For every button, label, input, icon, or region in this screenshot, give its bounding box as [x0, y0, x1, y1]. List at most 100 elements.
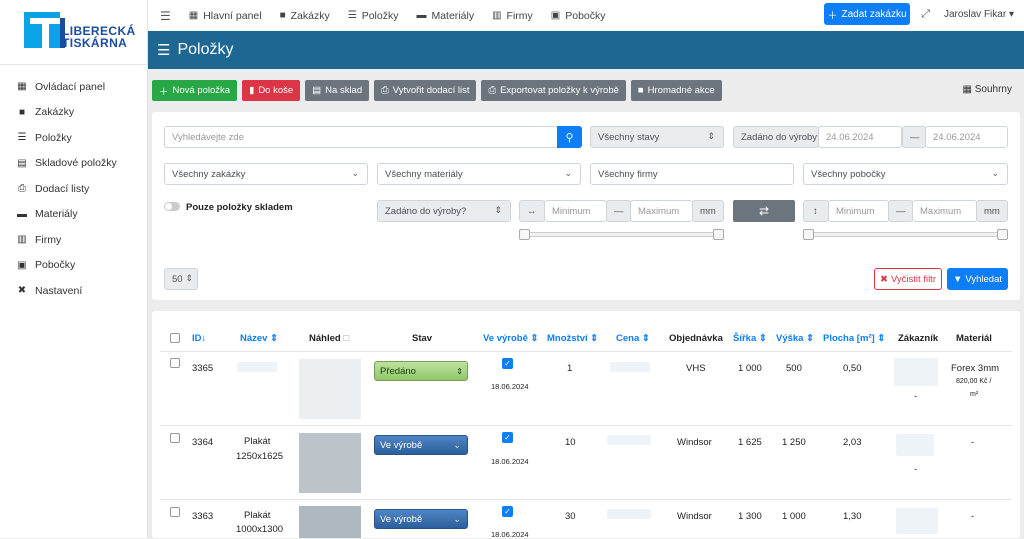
- topnav-firmy[interactable]: ▥ Firmy: [492, 10, 533, 22]
- topnav-pobocky[interactable]: ▣ Pobočky: [551, 10, 606, 22]
- order-link[interactable]: Windsor: [677, 511, 712, 522]
- sidebar-item-ovladaci-panel[interactable]: ▦ Ovládací panel: [0, 74, 148, 100]
- sidebar-item-firmy[interactable]: ▥ Firmy: [0, 227, 148, 253]
- slider-handle-max[interactable]: [997, 229, 1008, 240]
- status-select[interactable]: Ve výrobě ⌄: [374, 435, 468, 455]
- item-preview-image[interactable]: [299, 433, 361, 493]
- export-items-button[interactable]: ⎙ Exportovat položky k výrobě: [481, 80, 626, 101]
- th-quantity[interactable]: Množství ⇕: [547, 333, 598, 344]
- per-page-select[interactable]: 50 ⇕: [164, 268, 198, 290]
- customer-avatar[interactable]: [896, 434, 934, 456]
- th-height[interactable]: Výška ⇕: [776, 333, 814, 344]
- th-in-production[interactable]: Ve výrobě ⇕: [483, 333, 539, 344]
- item-name-link[interactable]: Plakát: [244, 436, 270, 447]
- in-production-checkbox[interactable]: ✓: [502, 432, 513, 443]
- row-checkbox[interactable]: [170, 507, 180, 517]
- row-height: 1 000: [782, 511, 806, 522]
- th-area[interactable]: Plocha [m²] ⇕: [823, 333, 885, 344]
- status-select[interactable]: Předáno ⇕: [374, 361, 468, 381]
- row-id: 3363: [192, 511, 214, 522]
- item-name-link[interactable]: [237, 362, 277, 372]
- in-production-checkbox[interactable]: ✓: [502, 506, 513, 517]
- trash-button[interactable]: ▮ Do koše: [242, 80, 301, 101]
- sidebar-item-zakazky[interactable]: ■ Zakázky: [0, 100, 148, 126]
- branches-select[interactable]: Všechny pobočky ⌄: [803, 163, 1008, 185]
- swap-dimensions-button[interactable]: ⇄: [733, 200, 795, 222]
- sidebar-item-skladove-polozky[interactable]: ▤ Skladové položky: [0, 151, 148, 177]
- only-stock-toggle[interactable]: [164, 202, 180, 211]
- state-select[interactable]: Všechny stavy ⇕: [590, 126, 724, 148]
- bulk-actions-button[interactable]: ■ Hromadné akce: [630, 80, 722, 101]
- date-to-input[interactable]: 24.06.2024: [925, 126, 1008, 148]
- width-arrows-icon: ↔: [519, 200, 545, 222]
- row-checkbox[interactable]: [170, 433, 180, 443]
- order-link[interactable]: VHS: [686, 363, 706, 374]
- height-range-slider[interactable]: [803, 229, 1008, 240]
- in-production-checkbox[interactable]: ✓: [502, 358, 513, 369]
- width-min-input[interactable]: Minimum: [544, 200, 607, 222]
- sidebar-item-polozky[interactable]: ☰ Položky: [0, 125, 148, 151]
- sidebar-item-nastaveni[interactable]: ✖ Nastavení: [0, 278, 148, 304]
- companies-select[interactable]: Všechny firmy: [590, 163, 794, 185]
- item-name-link[interactable]: Plakát: [244, 510, 270, 521]
- action-toolbar: ＋ Nová položka ▮ Do koše ▤ Na sklad ⎙ Vytvoř…: [152, 80, 722, 101]
- width-max-input[interactable]: Maximum: [630, 200, 693, 222]
- apply-search-button[interactable]: ▼ Vyhledat: [947, 268, 1008, 290]
- new-item-button[interactable]: ＋ Nová položka: [152, 80, 238, 101]
- th-name[interactable]: Název ⇕: [240, 333, 278, 344]
- material-link[interactable]: Forex 3mm: [951, 363, 999, 374]
- status-select[interactable]: Ve výrobě ⌄: [374, 509, 468, 529]
- to-stock-button[interactable]: ▤ Na sklad: [305, 80, 370, 101]
- page-title: Položky: [177, 41, 234, 58]
- orders-select[interactable]: Všechny zakázky ⌄: [164, 163, 368, 185]
- th-id[interactable]: ID↓: [192, 333, 206, 344]
- warehouse-icon: ▤: [312, 85, 322, 96]
- create-delivery-note-button[interactable]: ⎙ Vytvořit dodací list: [374, 80, 477, 101]
- order-link[interactable]: Windsor: [677, 437, 712, 448]
- topnav-zakazky[interactable]: ■ Zakázky: [280, 10, 330, 22]
- topnav-hlavni-panel[interactable]: ▦ Hlavní panel: [189, 10, 262, 22]
- sidebar-item-materialy[interactable]: ▬ Materiály: [0, 202, 148, 228]
- customer-avatar[interactable]: [894, 358, 938, 386]
- topnav-materialy[interactable]: ▬ Materiály: [416, 10, 474, 22]
- materials-select[interactable]: Všechny materiály ⌄: [377, 163, 581, 185]
- id-badge-icon: ▣: [550, 10, 561, 21]
- item-name-link[interactable]: 1250x1625: [236, 451, 283, 462]
- user-menu[interactable]: Jaroslav Fikar ▾: [944, 9, 1014, 20]
- search-button[interactable]: ⚲: [557, 126, 582, 148]
- row-id: 3364: [192, 437, 214, 448]
- slider-handle-min[interactable]: [519, 229, 530, 240]
- width-range-slider[interactable]: [519, 229, 724, 240]
- hamburger-icon[interactable]: ☰: [160, 9, 171, 23]
- select-all-checkbox[interactable]: [170, 333, 180, 343]
- height-max-input[interactable]: Maximum: [912, 200, 977, 222]
- summary-toggle[interactable]: ▦ Souhrny: [963, 84, 1012, 95]
- expand-icon[interactable]: ⤢: [921, 8, 930, 21]
- th-customer: Zákazník: [898, 333, 939, 344]
- entered-select[interactable]: Zadáno do výroby? ⇕: [377, 200, 511, 222]
- item-preview-image[interactable]: [299, 506, 361, 538]
- customer-avatar[interactable]: [896, 508, 938, 534]
- row-checkbox[interactable]: [170, 358, 180, 368]
- th-width[interactable]: Šířka ⇕: [733, 333, 767, 344]
- width-range-separator: —: [606, 200, 631, 222]
- sort-icon: ⇕: [758, 333, 767, 344]
- row-id: 3365: [192, 363, 214, 374]
- row-customer: -: [914, 464, 918, 475]
- item-name-link[interactable]: 1000x1300: [236, 524, 283, 535]
- search-input[interactable]: Vyhledávejte zde: [164, 126, 558, 148]
- date-from-input[interactable]: 24.06.2024: [818, 126, 902, 148]
- new-order-button[interactable]: ＋ Zadat zakázku: [824, 3, 910, 25]
- checkbox-icon[interactable]: □: [343, 333, 349, 344]
- logo[interactable]: LIBERECKÁ TISKÁRNA: [24, 12, 135, 52]
- slider-handle-max[interactable]: [713, 229, 724, 240]
- sidebar-item-pobocky[interactable]: ▣ Pobočky: [0, 253, 148, 279]
- height-min-input[interactable]: Minimum: [828, 200, 889, 222]
- item-preview-image[interactable]: [299, 359, 361, 419]
- sidebar-item-dodaci-listy[interactable]: ⎙ Dodací listy: [0, 176, 148, 202]
- th-price[interactable]: Cena ⇕: [616, 333, 650, 344]
- topnav-polozky[interactable]: ☰ Položky: [348, 10, 399, 22]
- slider-handle-min[interactable]: [803, 229, 814, 240]
- clear-filter-button[interactable]: ✖ Vyčistit filtr: [874, 268, 942, 290]
- sidebar-nav: ▦ Ovládací panel ■ Zakázky ☰ Položky ▤ Sklad…: [0, 74, 148, 304]
